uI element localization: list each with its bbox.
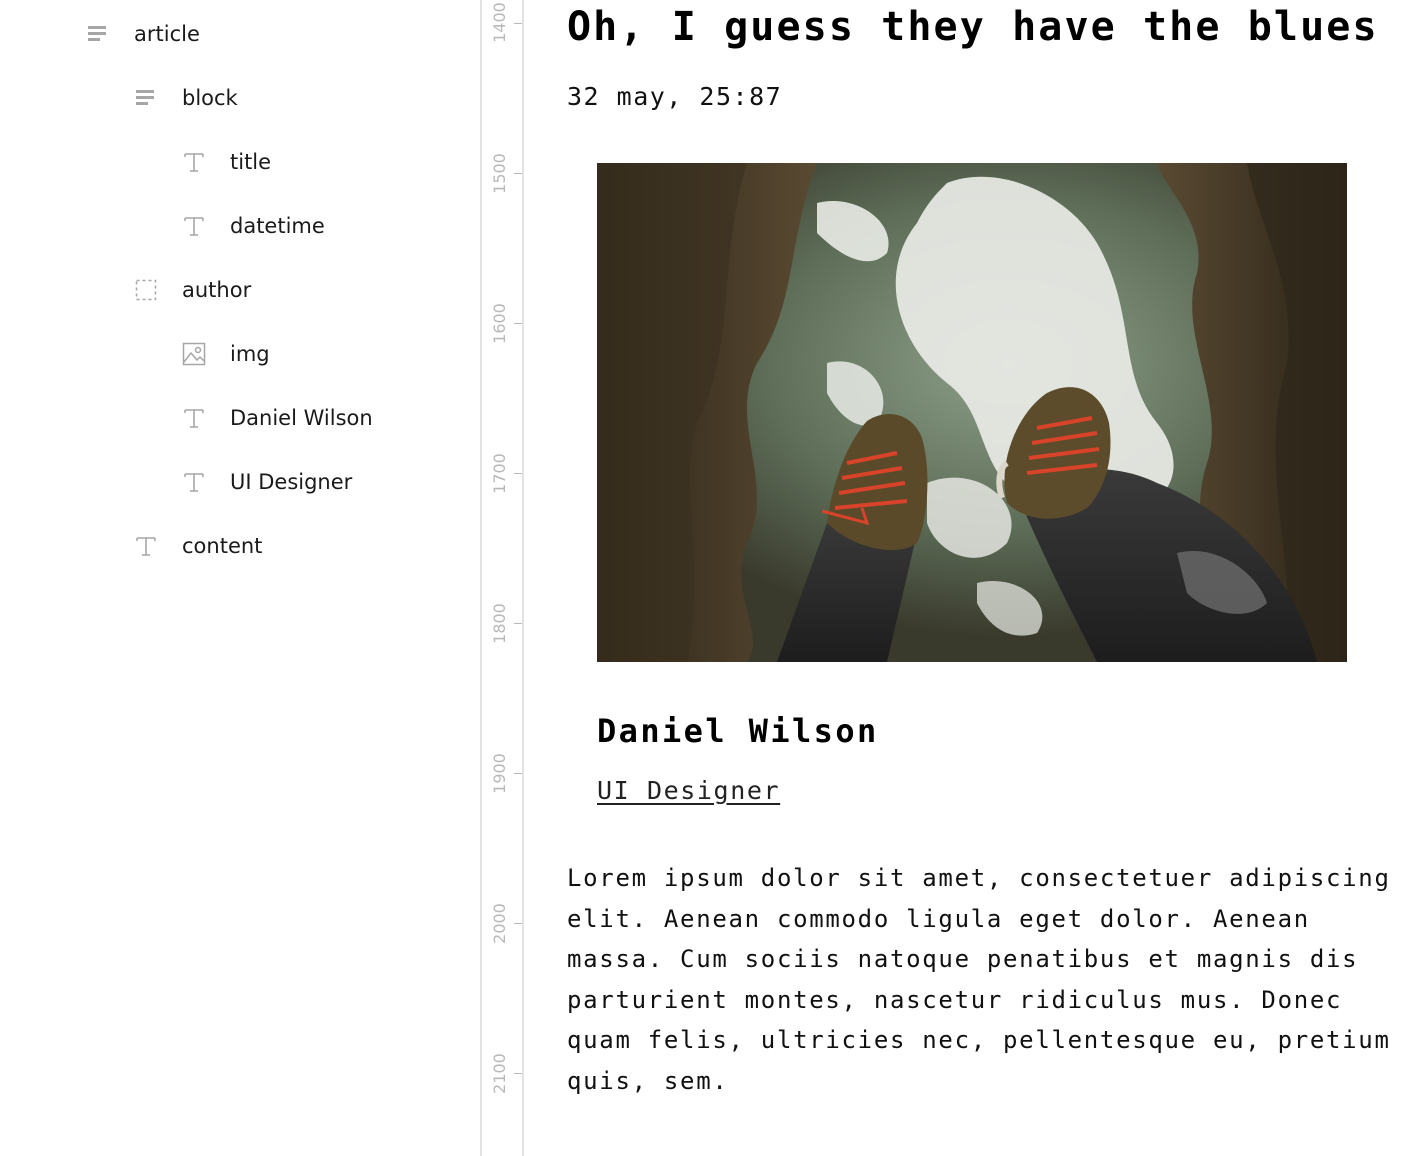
layer-label: content [182, 534, 263, 558]
layer-label: title [230, 150, 272, 174]
layer-item-block[interactable]: block [134, 78, 238, 118]
layer-label: img [230, 342, 270, 366]
block-icon [134, 86, 158, 110]
layer-label: block [182, 86, 238, 110]
layer-label: article [134, 22, 200, 46]
ruler-tick [514, 23, 522, 24]
text-icon [182, 406, 206, 430]
article-content[interactable]: Lorem ipsum dolor sit amet, consectetuer… [567, 858, 1397, 1101]
ruler-tick [514, 1073, 522, 1074]
ruler-tick [514, 623, 522, 624]
author-image[interactable] [597, 163, 1347, 662]
text-icon [182, 470, 206, 494]
ruler-label: 2100 [489, 1052, 509, 1094]
layer-item-datetime[interactable]: datetime [182, 206, 325, 246]
ruler-label: 1800 [489, 602, 509, 644]
layer-item-title[interactable]: title [182, 142, 271, 182]
layer-label: UI Designer [230, 470, 353, 494]
text-icon [182, 150, 206, 174]
article-datetime[interactable]: 32 may, 25:87 [567, 82, 782, 111]
block-icon [86, 22, 110, 46]
photo-illustration [597, 163, 1347, 662]
ruler-label: 1700 [489, 452, 509, 494]
ruler-tick [514, 323, 522, 324]
layer-label: datetime [230, 214, 325, 238]
layers-panel: article block title datetime author img [0, 0, 480, 1156]
ruler-tick [514, 473, 522, 474]
layer-item-article[interactable]: article [86, 14, 200, 54]
text-icon [134, 534, 158, 558]
vertical-ruler: 1400 1500 1600 1700 1800 1900 2000 2100 [482, 0, 522, 1156]
ruler-label: 1600 [489, 302, 509, 344]
layer-label: Daniel Wilson [230, 406, 373, 430]
layer-item-author[interactable]: author [134, 270, 251, 310]
layer-item-content[interactable]: content [134, 526, 262, 566]
ruler-tick [514, 173, 522, 174]
ruler-label: 1900 [489, 752, 509, 794]
layer-item-author-role[interactable]: UI Designer [182, 462, 352, 502]
image-icon [182, 342, 206, 366]
ruler-tick [514, 773, 522, 774]
ruler-label: 1400 [489, 1, 509, 43]
author-role-link[interactable]: UI Designer [597, 776, 780, 805]
canvas[interactable]: Oh, I guess they have the blues 32 may, … [524, 0, 1420, 1156]
frame-icon [134, 278, 158, 302]
layer-item-author-name[interactable]: Daniel Wilson [182, 398, 373, 438]
ruler-label: 2000 [489, 902, 509, 944]
layer-item-img[interactable]: img [182, 334, 270, 374]
layer-label: author [182, 278, 252, 302]
article-title[interactable]: Oh, I guess they have the blues [567, 4, 1379, 50]
ruler-tick [514, 923, 522, 924]
author-name[interactable]: Daniel Wilson [597, 712, 879, 750]
text-icon [182, 214, 206, 238]
ruler-label: 1500 [489, 152, 509, 194]
